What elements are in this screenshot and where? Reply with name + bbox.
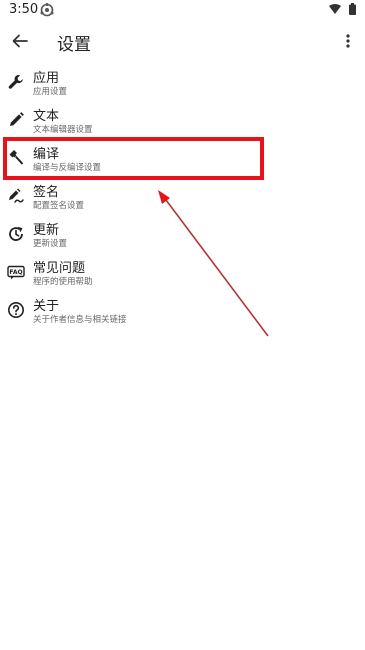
settings-item-sign[interactable]: 签名 配置签名设置	[0, 179, 300, 215]
settings-item-label: 应用	[33, 71, 60, 86]
wrench-icon	[8, 75, 23, 89]
android-app-icon	[40, 3, 54, 17]
app-bar: 设置	[0, 24, 365, 58]
settings-item-description: 文本编辑器设置	[33, 125, 93, 135]
arrow-back-icon[interactable]	[11, 32, 29, 50]
settings-item-text[interactable]: 文本 文本编辑器设置	[0, 103, 300, 139]
settings-item-update[interactable]: 更新 更新设置	[0, 217, 300, 253]
signature-icon	[9, 188, 24, 203]
settings-item-description: 更新设置	[33, 239, 68, 249]
settings-item-label: 关于	[33, 299, 60, 314]
settings-item-description: 配置签名设置	[33, 201, 85, 211]
help-circle-icon	[8, 302, 24, 318]
pencil-icon	[10, 112, 24, 126]
settings-item-label: 签名	[33, 185, 60, 200]
status-bar: 3:50	[0, 0, 365, 24]
settings-item-label: 常见问题	[33, 261, 86, 276]
highlight-box	[3, 137, 264, 180]
settings-item-about[interactable]: 关于 关于作者信息与相关链接	[0, 293, 300, 329]
settings-item-label: 文本	[33, 109, 60, 124]
settings-item-description: 程序的使用帮助	[33, 277, 93, 287]
settings-item-label: 更新	[33, 223, 60, 238]
svg-text:FAQ: FAQ	[9, 269, 22, 276]
status-time: 3:50	[9, 2, 39, 17]
update-icon	[9, 226, 23, 241]
battery-icon	[349, 3, 356, 15]
page-title: 设置	[57, 35, 91, 55]
wifi-icon	[329, 4, 341, 14]
settings-item-description: 应用设置	[33, 87, 68, 97]
settings-item-description: 关于作者信息与相关链接	[33, 315, 127, 325]
faq-icon: FAQ	[7, 265, 25, 280]
more-vert-icon[interactable]	[343, 32, 353, 50]
settings-item-app[interactable]: 应用 应用设置	[0, 65, 300, 101]
settings-item-faq[interactable]: FAQ 常见问题 程序的使用帮助	[0, 255, 300, 291]
